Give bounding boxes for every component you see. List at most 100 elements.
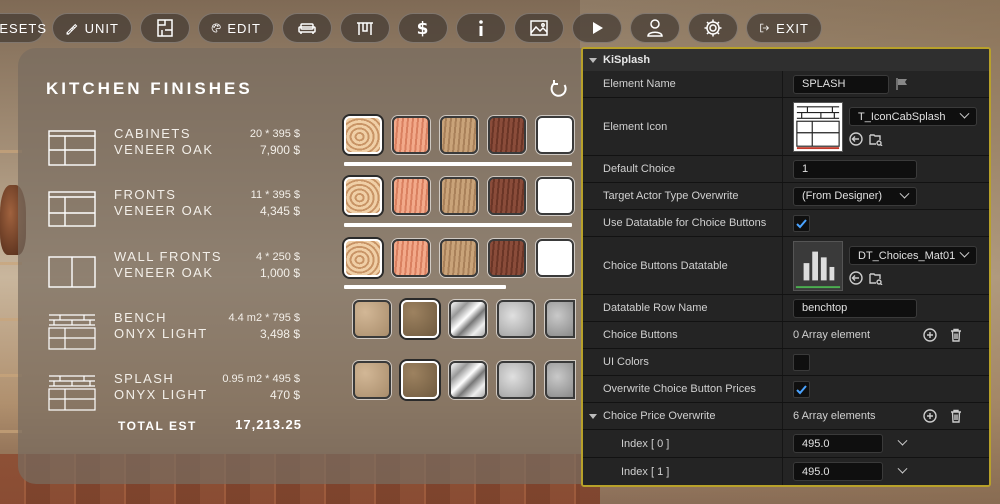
finish-price: 7,900 $ (259, 143, 300, 157)
swatch-onyx-light[interactable] (401, 361, 439, 399)
reset-icon[interactable] (549, 79, 569, 99)
prop-label: Index [ 1 ] (583, 458, 783, 485)
swatch-group (344, 177, 574, 215)
finish-qty: 4 * 250 $ (255, 251, 300, 263)
finish-price: 1,000 $ (259, 266, 300, 280)
swatch-sand-stone[interactable] (353, 300, 391, 338)
settings-button[interactable] (688, 13, 738, 43)
details-panel: KiSplash Element Name SPLASH Element Ico… (581, 47, 991, 487)
floorplan-button[interactable] (140, 13, 190, 43)
element-icon-thumbnail[interactable] (793, 101, 843, 152)
swatch-onyx-light[interactable] (401, 300, 439, 338)
index-0-input[interactable]: 495.0 (793, 434, 883, 453)
prop-price-overwrite: Choice Price Overwrite 6 Array elements (583, 403, 989, 430)
swatch-walnut-dark[interactable] (488, 239, 526, 277)
swatch-cherry[interactable] (392, 177, 430, 215)
cabinet-elevation-icon (48, 130, 96, 166)
exit-button[interactable]: EXIT (746, 13, 822, 43)
bench-brick-icon (48, 314, 96, 350)
add-element-icon[interactable] (923, 328, 937, 342)
browse-folder-icon[interactable] (869, 132, 883, 146)
index-1-input[interactable]: 495.0 (793, 462, 883, 481)
prop-label: Overwrite Choice Button Prices (583, 376, 783, 402)
default-choice-input[interactable]: 1 (793, 159, 917, 179)
info-icon (479, 20, 483, 36)
swatch-white[interactable] (536, 239, 574, 277)
gear-icon (704, 19, 722, 37)
image-button[interactable] (514, 13, 564, 43)
wall-cabinet-icon (48, 256, 96, 288)
swatch-grey-granite[interactable] (497, 361, 535, 399)
browse-folder-icon[interactable] (869, 271, 883, 285)
swatch-marble[interactable] (449, 361, 487, 399)
swatch-group (353, 361, 575, 399)
swatch-white[interactable] (536, 177, 574, 215)
presets-button[interactable]: RESETS (0, 13, 46, 43)
swatch-veneer-oak[interactable] (344, 177, 382, 215)
finish-row-cabinets: CABINETS VENEER OAK 20 * 395 $ 7,900 $ (46, 116, 606, 176)
sofa-button[interactable] (282, 13, 332, 43)
element-name-input[interactable]: SPLASH (793, 74, 889, 94)
swatch-veneer-oak[interactable] (344, 116, 382, 154)
swatch-walnut-dark[interactable] (488, 177, 526, 215)
use-selected-arrow-icon[interactable] (849, 271, 863, 285)
floorplan-icon (157, 19, 173, 37)
use-selected-arrow-icon[interactable] (849, 132, 863, 146)
trash-icon[interactable] (949, 409, 963, 423)
prop-label: Element Icon (583, 98, 783, 155)
swatch-dark-granite[interactable] (545, 300, 575, 338)
swatch-marble[interactable] (449, 300, 487, 338)
swatch-walnut-light[interactable] (440, 116, 478, 154)
play-icon (593, 22, 603, 34)
use-datatable-checkbox[interactable] (793, 214, 810, 232)
swatch-sand-stone[interactable] (353, 361, 391, 399)
finish-row-bench: BENCH ONYX LIGHT 4.4 m2 * 795 $ 3,498 $ (46, 300, 606, 360)
trash-icon[interactable] (949, 328, 963, 342)
user-button[interactable] (630, 13, 680, 43)
prop-choice-buttons: Choice Buttons 0 Array element (583, 322, 989, 349)
prop-label: Element Name (583, 71, 783, 97)
add-element-icon[interactable] (923, 409, 937, 423)
element-icon-asset-combo[interactable]: T_IconCabSplash (849, 107, 977, 126)
datatable-asset-combo[interactable]: DT_Choices_Mat01 (849, 246, 977, 265)
table-button[interactable] (340, 13, 390, 43)
datatable-thumbnail[interactable] (793, 240, 843, 291)
category-header[interactable]: KiSplash (583, 49, 989, 71)
swatch-walnut-light[interactable] (440, 177, 478, 215)
fronts-elevation-icon (48, 191, 96, 227)
swatch-cherry[interactable] (392, 239, 430, 277)
overwrite-prices-checkbox[interactable] (793, 380, 810, 398)
finish-row-wall-fronts: WALL FRONTS VENEER OAK 4 * 250 $ 1,000 $ (46, 239, 606, 299)
chevron-down-icon[interactable] (897, 463, 908, 474)
price-button[interactable]: $ (398, 13, 448, 43)
info-button[interactable] (456, 13, 506, 43)
expand-caret-icon (589, 413, 597, 419)
unit-label: UNIT (84, 20, 119, 36)
prop-index-0: Index [ 0 ] 495.0 (583, 430, 989, 458)
swatch-walnut-light[interactable] (440, 239, 478, 277)
swatch-veneer-oak[interactable] (344, 239, 382, 277)
prop-index-1: Index [ 1 ] 495.0 (583, 458, 989, 485)
flag-icon[interactable] (895, 77, 909, 91)
dollar-icon: $ (417, 19, 429, 38)
finish-price: 3,498 $ (259, 327, 300, 341)
prop-label: Choice Buttons Datatable (583, 237, 783, 294)
swatch-walnut-dark[interactable] (488, 116, 526, 154)
prop-label: Default Choice (583, 156, 783, 182)
swatch-grey-granite[interactable] (497, 300, 535, 338)
prop-label[interactable]: Choice Price Overwrite (583, 403, 783, 429)
edit-button[interactable]: EDIT (198, 13, 274, 43)
swatch-cherry[interactable] (392, 116, 430, 154)
swatch-dark-granite[interactable] (545, 361, 575, 399)
edit-label: EDIT (227, 20, 261, 36)
swatch-white[interactable] (536, 116, 574, 154)
ui-colors-checkbox[interactable] (793, 353, 810, 371)
selection-bar (344, 162, 572, 166)
row-name-input[interactable]: benchtop (793, 298, 917, 318)
play-button[interactable] (572, 13, 622, 43)
unit-button[interactable]: UNIT (52, 13, 132, 43)
prop-label: Index [ 0 ] (583, 430, 783, 457)
target-actor-combo[interactable]: (From Designer) (793, 186, 917, 206)
chevron-down-icon[interactable] (897, 435, 908, 446)
swatch-group (344, 116, 574, 154)
